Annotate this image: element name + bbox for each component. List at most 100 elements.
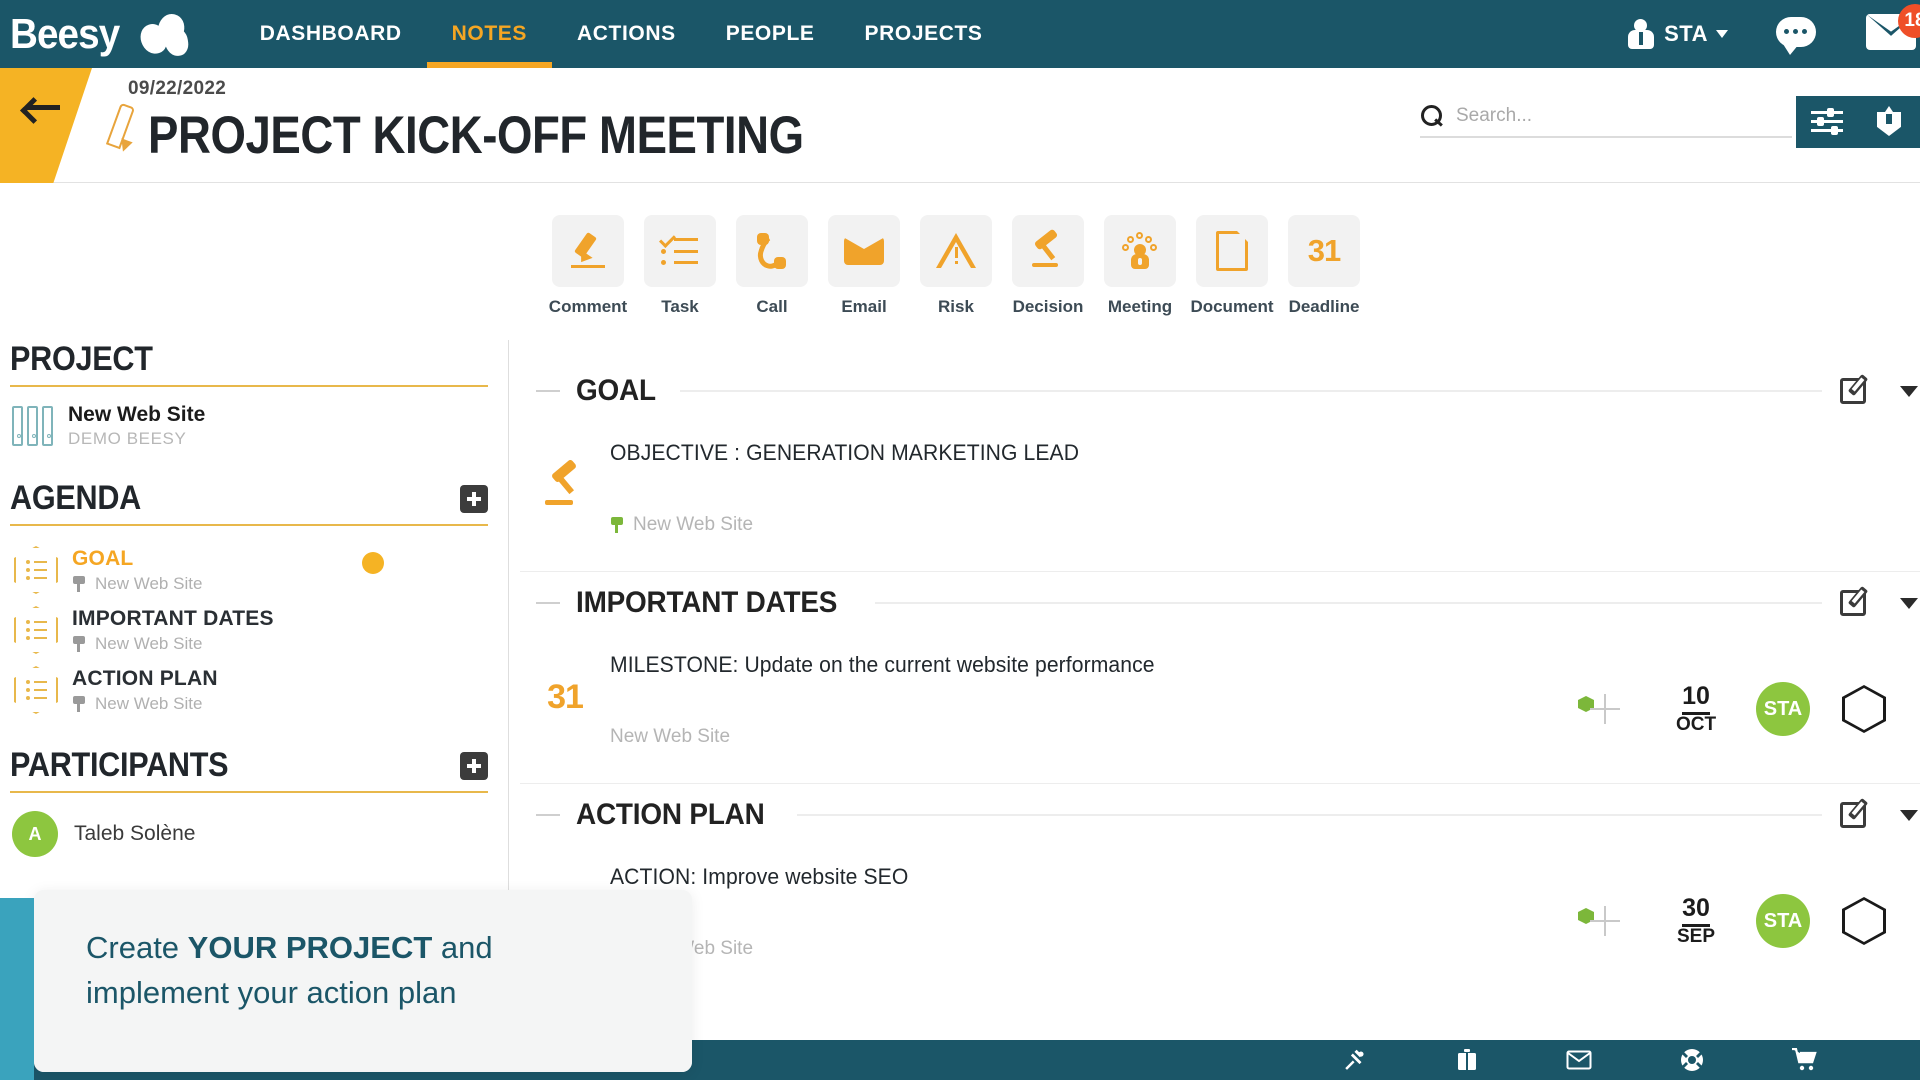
add-subitem-button[interactable] — [1578, 694, 1620, 724]
quick-add-risk-label: Risk — [938, 297, 974, 316]
export-button[interactable] — [1858, 96, 1920, 148]
decision-icon — [1028, 228, 1068, 269]
risk-icon — [936, 233, 976, 269]
quick-add-email[interactable]: Email — [828, 215, 900, 317]
deadline-icon: 31 — [547, 678, 584, 716]
lifebuoy-icon[interactable] — [1680, 1048, 1704, 1072]
sidebar-project-org: DEMO BEESY — [68, 429, 187, 448]
nav-item-dashboard[interactable]: DASHBOARD — [235, 0, 427, 68]
quick-add-comment-label: Comment — [548, 297, 628, 316]
status-hex-outline-icon[interactable] — [1842, 897, 1886, 945]
add-subitem-button[interactable] — [1578, 906, 1620, 936]
section-rule — [874, 602, 1822, 604]
search-input[interactable] — [1456, 105, 1756, 127]
note-title-bar: 09/22/2022 PROJECT KICK-OFF MEETING — [0, 68, 1920, 183]
brand-logo[interactable]: Beesy — [0, 0, 193, 68]
nav-item-projects[interactable]: PROJECTS — [840, 0, 1008, 68]
bees-logo-icon — [136, 11, 193, 58]
due-date-day: 30 — [1682, 894, 1710, 927]
note-content: GOAL OBJECTIVE : GENERATION MARKETING LE… — [520, 360, 1920, 996]
popup-line1-post: and — [432, 930, 493, 965]
upload-icon — [1874, 106, 1904, 138]
user-menu[interactable]: STA — [1628, 19, 1728, 49]
arrow-left-icon — [22, 96, 62, 118]
chevron-down-icon[interactable] — [1900, 809, 1918, 821]
user-initials: STA — [1664, 21, 1708, 46]
section-rule — [679, 390, 1822, 392]
edit-icon[interactable] — [1840, 798, 1874, 831]
status-hex-outline-icon[interactable] — [1842, 685, 1886, 733]
email-icon — [844, 235, 884, 265]
pencil-icon[interactable] — [100, 100, 138, 156]
entry-project: New Web Site — [633, 514, 754, 535]
participant-item[interactable]: A Taleb Solène — [12, 811, 500, 857]
gavel-icon — [543, 458, 587, 506]
edit-icon[interactable] — [1840, 586, 1874, 619]
sidebar-item-goal[interactable]: GOAL New Web Site — [0, 540, 500, 600]
quick-add-deadline-label: Deadline — [1288, 297, 1360, 316]
sliders-icon — [1811, 108, 1843, 135]
entry-text: ACTION: Improve website SEO — [610, 864, 909, 889]
entry-text: MILESTONE: Update on the current website… — [610, 652, 1155, 677]
search-box — [1420, 104, 1792, 138]
mail-icon[interactable]: 18 — [1866, 4, 1920, 54]
entry-row[interactable]: ACTION: Improve website SEO New Web Site… — [520, 846, 1920, 996]
nav-item-people[interactable]: PEOPLE — [701, 0, 840, 68]
avatar[interactable]: STA — [1756, 894, 1810, 948]
chevron-down-icon[interactable] — [1900, 385, 1918, 397]
sidebar-participants-header: PARTICIPANTS — [10, 746, 488, 793]
chevron-down-icon[interactable] — [1900, 597, 1918, 609]
quick-add-meeting-label: Meeting — [1107, 297, 1173, 316]
sidebar-item-goal-project: New Web Site — [95, 573, 203, 593]
section-dash — [536, 390, 560, 392]
nav-item-actions[interactable]: ACTIONS — [552, 0, 701, 68]
briefcase-icon[interactable] — [1456, 1048, 1478, 1072]
due-date-month: OCT — [1675, 714, 1717, 735]
chevron-down-icon — [1716, 30, 1728, 38]
quick-add-document[interactable]: Document — [1190, 215, 1274, 317]
section-dash — [536, 814, 560, 816]
entry-text: OBJECTIVE : GENERATION MARKETING LEAD — [610, 440, 1080, 465]
entry-row[interactable]: 31 MILESTONE: Update on the current webs… — [520, 634, 1920, 784]
sidebar-item-important-dates-label: IMPORTANT DATES — [72, 606, 274, 630]
quick-add-task[interactable]: Task — [644, 215, 716, 317]
quick-add-call[interactable]: Call — [736, 215, 808, 317]
pin-icon — [72, 695, 86, 712]
nav-item-notes[interactable]: NOTES — [426, 0, 553, 68]
due-date-month: SEP — [1676, 926, 1716, 947]
cart-icon[interactable] — [1792, 1048, 1818, 1072]
participant-name: Taleb Solène — [74, 822, 196, 845]
edit-icon[interactable] — [1840, 374, 1874, 407]
sidebar-item-action-plan[interactable]: ACTION PLAN New Web Site — [0, 660, 500, 720]
quick-add-decision[interactable]: Decision — [1012, 215, 1084, 317]
back-button[interactable] — [0, 68, 92, 183]
quick-add-comment[interactable]: Comment — [548, 215, 628, 317]
comment-icon — [568, 231, 608, 271]
agenda-list: GOAL New Web Site IMPORTANT DATES New We… — [0, 540, 500, 720]
envelope-icon[interactable] — [1566, 1050, 1592, 1070]
filter-settings-button[interactable] — [1796, 96, 1858, 148]
due-date[interactable]: 30 SEP — [1662, 894, 1730, 948]
call-icon — [754, 230, 790, 272]
quick-add-risk[interactable]: Risk — [920, 215, 992, 317]
add-participant-button[interactable] — [460, 751, 488, 780]
entry-row[interactable]: OBJECTIVE : GENERATION MARKETING LEAD Ne… — [520, 422, 1920, 572]
sidebar-project-item[interactable]: New Web Site DEMO BEESY — [12, 403, 500, 449]
quick-add-deadline[interactable]: 31 Deadline — [1288, 215, 1360, 317]
popup-line1-bold: YOUR PROJECT — [187, 930, 433, 965]
avatar[interactable]: STA — [1756, 682, 1810, 736]
add-agenda-button[interactable] — [460, 484, 488, 513]
due-date[interactable]: 10 OCT — [1662, 682, 1730, 736]
sidebar-project-title: PROJECT — [10, 340, 153, 378]
due-date-day: 10 — [1682, 682, 1710, 715]
agenda-list-icon — [14, 666, 58, 714]
pin-icon — [72, 575, 86, 592]
quick-add-meeting[interactable]: Meeting — [1104, 215, 1176, 317]
main-nav-items: DASHBOARD NOTES ACTIONS PEOPLE PROJECTS — [235, 0, 1008, 68]
promo-popup[interactable]: Create YOUR PROJECT and implement your a… — [34, 890, 692, 1072]
chat-icon[interactable] — [1776, 17, 1818, 55]
sidebar-item-important-dates[interactable]: IMPORTANT DATES New Web Site — [0, 600, 500, 660]
pin-icon — [72, 635, 86, 652]
entry-controls: 10 OCT STA — [1578, 634, 1920, 736]
gavel-icon[interactable] — [1342, 1047, 1368, 1073]
